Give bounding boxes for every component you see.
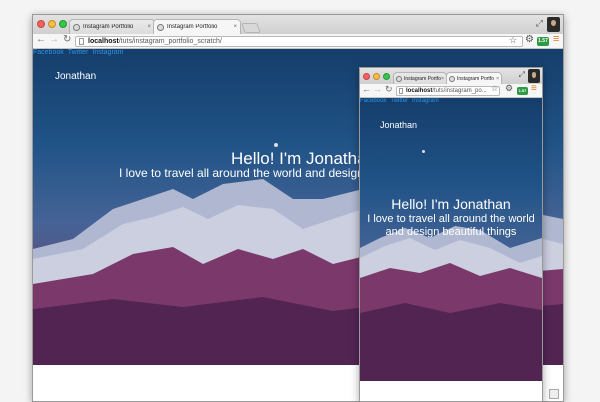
browser-window-small: Instagram Portfo × Instagram Portfo × ⤢ … [359, 67, 543, 402]
reload-icon[interactable]: ↻ [63, 34, 71, 45]
hero-headline: Hello! I'm Jonathan [391, 196, 511, 212]
window-controls [363, 73, 390, 80]
tab-close-icon[interactable]: × [233, 24, 237, 30]
tab-close-icon[interactable]: × [441, 76, 444, 82]
profile-avatar[interactable] [547, 17, 560, 32]
scroll-corner[interactable] [549, 389, 559, 399]
favicon-icon [449, 75, 455, 82]
url-path: /tuts/instagram_portfolio_scratch/ [118, 38, 222, 45]
social-links: Facebook Twitter Instagram [33, 49, 128, 56]
extension-badge[interactable]: 1.57 [537, 37, 549, 46]
page-icon [79, 38, 84, 45]
social-link-twitter[interactable]: Twitter [68, 49, 89, 56]
mountain-illustration [360, 98, 542, 381]
close-window-button[interactable] [363, 73, 370, 80]
hero-overlay [360, 98, 542, 381]
url-host: localhost [406, 88, 433, 94]
moon [274, 143, 278, 147]
reload-icon[interactable]: ↻ [385, 84, 393, 95]
moon [422, 150, 425, 153]
social-link-instagram[interactable]: Instagram [412, 98, 439, 104]
tab-title: Instagram Portfo [457, 75, 494, 82]
zoom-window-button[interactable] [59, 20, 67, 28]
site-brand[interactable]: Jonathan [380, 120, 417, 130]
address-bar[interactable]: localhost /tuts/instagram_po... [396, 86, 500, 96]
social-link-facebook[interactable]: Facebook [360, 98, 386, 104]
zoom-window-button[interactable] [383, 73, 390, 80]
hero-subline: I love to travel all around the world an… [367, 213, 535, 238]
favicon-icon [396, 75, 402, 82]
social-link-instagram[interactable]: Instagram [92, 49, 123, 56]
url-host: localhost [88, 38, 119, 45]
tab-2[interactable]: Instagram Portfolio × [153, 19, 241, 34]
hero-section: Jonathan Hello! I'm Jonathan I love to t… [360, 98, 542, 381]
window-controls [37, 20, 67, 28]
gear-icon[interactable]: ⚙ [505, 83, 513, 94]
tab-strip: Instagram Portfolio × Instagram Portfoli… [33, 15, 563, 34]
navigation-toolbar: ← → ↻ localhost /tuts/instagram_po... ☆ … [360, 83, 542, 98]
bookmark-star-icon[interactable]: ☆ [491, 84, 498, 93]
new-tab-button[interactable] [241, 23, 261, 33]
fullscreen-icon[interactable]: ⤢ [536, 18, 543, 29]
page-icon [399, 88, 403, 94]
menu-icon[interactable]: ≡ [531, 83, 537, 94]
minimize-window-button[interactable] [48, 20, 56, 28]
tab-title: Instagram Portfolio [83, 24, 134, 30]
tab-1[interactable]: Instagram Portfolio × [69, 19, 155, 34]
fullscreen-icon[interactable]: ⤢ [519, 70, 525, 80]
profile-avatar[interactable] [528, 69, 540, 83]
social-link-facebook[interactable]: Facebook [33, 49, 64, 56]
forward-icon[interactable]: → [49, 34, 59, 45]
address-bar[interactable]: localhost /tuts/instagram_portfolio_scra… [75, 36, 523, 47]
tab-strip: Instagram Portfo × Instagram Portfo × ⤢ [360, 68, 542, 84]
close-window-button[interactable] [37, 20, 45, 28]
tab-title: Instagram Portfo [404, 75, 441, 82]
back-icon[interactable]: ← [362, 84, 371, 94]
favicon-icon [157, 23, 164, 31]
tab-close-icon[interactable]: × [147, 24, 151, 30]
favicon-icon [73, 23, 80, 31]
page-viewport: Facebook Twitter Instagram Jonathan Hello!… [360, 98, 542, 401]
bookmark-star-icon[interactable]: ☆ [509, 35, 517, 46]
tab-2[interactable]: Instagram Portfo × [446, 72, 502, 84]
back-icon[interactable]: ← [36, 34, 46, 45]
social-links: Facebook Twitter Instagram [360, 98, 443, 104]
menu-icon[interactable]: ≡ [553, 33, 559, 45]
extension-badge[interactable]: 1.57 [517, 87, 528, 95]
navigation-toolbar: ← → ↻ localhost /tuts/instagram_portfoli… [33, 33, 563, 49]
tab-close-icon[interactable]: × [496, 76, 499, 82]
gear-icon[interactable]: ⚙ [525, 34, 534, 45]
site-brand[interactable]: Jonathan [55, 71, 96, 82]
url-path: /tuts/instagram_po... [432, 88, 487, 94]
tab-title: Instagram Portfolio [167, 24, 218, 30]
social-link-twitter[interactable]: Twitter [390, 98, 408, 104]
minimize-window-button[interactable] [373, 73, 380, 80]
tab-1[interactable]: Instagram Portfo × [393, 72, 447, 84]
forward-icon[interactable]: → [373, 84, 382, 94]
